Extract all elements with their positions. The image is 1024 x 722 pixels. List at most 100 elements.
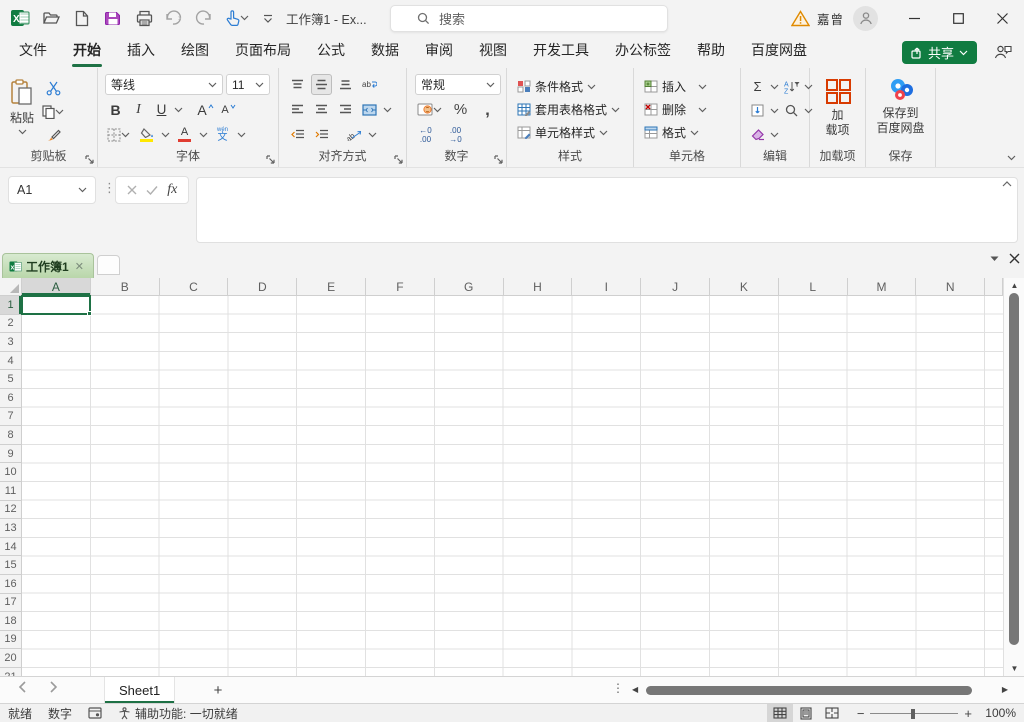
font-size-select[interactable]: 11 — [226, 74, 270, 95]
row-header-15[interactable]: 15 — [0, 556, 22, 575]
tab-draw[interactable]: 绘图 — [168, 34, 222, 68]
tab-review[interactable]: 审阅 — [412, 34, 466, 68]
tab-office-tab[interactable]: 办公标签 — [602, 34, 684, 68]
row-header-11[interactable]: 11 — [0, 482, 22, 501]
row-header-7[interactable]: 7 — [0, 408, 22, 427]
row-header-13[interactable]: 13 — [0, 519, 22, 538]
column-header-A[interactable]: A — [22, 278, 91, 296]
sheet-tab-sheet1[interactable]: Sheet1 — [104, 677, 175, 703]
scroll-left-icon[interactable]: ◀ — [632, 685, 638, 694]
bold-button[interactable]: B — [105, 99, 126, 120]
tab-list-dropdown-icon[interactable] — [990, 256, 999, 262]
row-header-9[interactable]: 9 — [0, 445, 22, 464]
conditional-formatting-button[interactable]: 条件格式 — [515, 75, 633, 98]
tab-page-layout[interactable]: 页面布局 — [222, 34, 304, 68]
clear-button[interactable] — [747, 124, 768, 145]
row-header-20[interactable]: 20 — [0, 649, 22, 668]
collapse-ribbon-icon[interactable] — [1007, 155, 1016, 161]
maximize-button[interactable] — [936, 0, 980, 36]
merge-chevron-icon[interactable] — [383, 107, 392, 113]
column-header-D[interactable]: D — [228, 278, 297, 296]
contact-person-icon[interactable] — [994, 44, 1012, 60]
grow-font-button[interactable]: A — [195, 99, 216, 120]
row-header-3[interactable]: 3 — [0, 333, 22, 352]
phonetic-guide-button[interactable]: wén 文 — [212, 124, 233, 145]
tab-help[interactable]: 帮助 — [684, 34, 738, 68]
warning-icon[interactable] — [791, 10, 810, 27]
format-as-table-button[interactable]: 套用表格格式 — [515, 98, 633, 121]
open-icon[interactable] — [39, 5, 63, 31]
tab-formulas[interactable]: 公式 — [304, 34, 358, 68]
print-preview-icon[interactable] — [132, 5, 156, 31]
sort-filter-button[interactable]: AZ — [781, 76, 802, 97]
column-header-J[interactable]: J — [641, 278, 710, 296]
addins-button[interactable]: 加 载项 — [810, 73, 865, 147]
fill-handle[interactable] — [87, 311, 92, 316]
row-header-18[interactable]: 18 — [0, 612, 22, 631]
vertical-scroll-thumb[interactable] — [1009, 293, 1019, 645]
page-layout-view-button[interactable] — [793, 704, 819, 722]
column-header-B[interactable]: B — [91, 278, 160, 296]
format-painter-button[interactable] — [40, 124, 66, 145]
insert-function-icon[interactable]: fx — [167, 182, 177, 198]
new-workbook-tab-button[interactable] — [97, 255, 120, 275]
zoom-level[interactable]: 100% — [978, 706, 1016, 720]
scroll-up-icon[interactable]: ▲ — [1004, 281, 1024, 290]
name-box[interactable]: A1 — [8, 176, 96, 204]
column-header-I[interactable]: I — [572, 278, 641, 296]
column-header-C[interactable]: C — [160, 278, 229, 296]
cell-styles-button[interactable]: 单元格样式 — [515, 121, 633, 144]
clipboard-dialog-launcher-icon[interactable] — [85, 155, 94, 164]
row-header-8[interactable]: 8 — [0, 426, 22, 445]
merge-center-button[interactable] — [359, 99, 380, 120]
row-header-4[interactable]: 4 — [0, 352, 22, 371]
column-header-E[interactable]: E — [297, 278, 366, 296]
borders-button[interactable] — [105, 124, 132, 145]
italic-button[interactable]: I — [128, 99, 149, 120]
tab-data[interactable]: 数据 — [358, 34, 412, 68]
fill-chevron-icon[interactable] — [770, 108, 779, 114]
find-select-button[interactable] — [781, 100, 802, 121]
column-header-K[interactable]: K — [710, 278, 779, 296]
sheetbar-splitter[interactable]: ⋮ — [612, 681, 624, 695]
row-header-6[interactable]: 6 — [0, 389, 22, 408]
zoom-in-icon[interactable]: + — [964, 706, 972, 721]
accessibility-status[interactable]: 辅助功能: 一切就绪 — [118, 705, 238, 722]
fill-color-button[interactable] — [136, 124, 157, 145]
clear-chevron-icon[interactable] — [770, 132, 779, 138]
cut-button[interactable] — [40, 78, 66, 99]
zoom-slider-thumb[interactable] — [911, 709, 915, 719]
row-header-19[interactable]: 19 — [0, 631, 22, 650]
tab-developer[interactable]: 开发工具 — [520, 34, 602, 68]
vertical-scrollbar[interactable]: ▲ ▼ — [1003, 278, 1024, 676]
cells-area[interactable] — [22, 296, 1003, 676]
column-header-N[interactable]: N — [916, 278, 985, 296]
row-header-10[interactable]: 10 — [0, 463, 22, 482]
share-button[interactable]: 共享 — [902, 41, 977, 64]
fill-button[interactable] — [747, 100, 768, 121]
autosum-chevron-icon[interactable] — [770, 84, 779, 90]
add-sheet-button[interactable]: + — [207, 679, 229, 701]
next-sheet-icon[interactable] — [50, 681, 58, 693]
column-header-F[interactable]: F — [366, 278, 435, 296]
avatar[interactable] — [853, 6, 878, 31]
phonetic-chevron-icon[interactable] — [237, 132, 246, 138]
cancel-icon[interactable] — [127, 185, 137, 195]
column-header-M[interactable]: M — [848, 278, 917, 296]
zoom-slider[interactable] — [870, 713, 958, 714]
paste-button[interactable]: 粘贴 — [10, 75, 34, 149]
delete-cells-button[interactable]: 删除 — [642, 98, 740, 121]
increase-decimal-button[interactable]: ←0 .00 — [415, 125, 436, 146]
column-header-H[interactable]: H — [504, 278, 573, 296]
underline-button[interactable]: U — [151, 99, 172, 120]
touch-mode-icon[interactable] — [225, 5, 249, 31]
align-bottom-button[interactable] — [335, 74, 356, 95]
horizontal-scroll-thumb[interactable] — [646, 686, 972, 695]
zoom-out-icon[interactable]: − — [857, 706, 865, 721]
increase-indent-button[interactable] — [311, 124, 332, 145]
new-file-icon[interactable] — [70, 5, 94, 31]
wrap-text-button[interactable]: ab — [359, 74, 380, 95]
comma-style-button[interactable]: , — [477, 99, 498, 120]
align-center-button[interactable] — [311, 99, 332, 120]
copy-button[interactable] — [40, 101, 66, 122]
